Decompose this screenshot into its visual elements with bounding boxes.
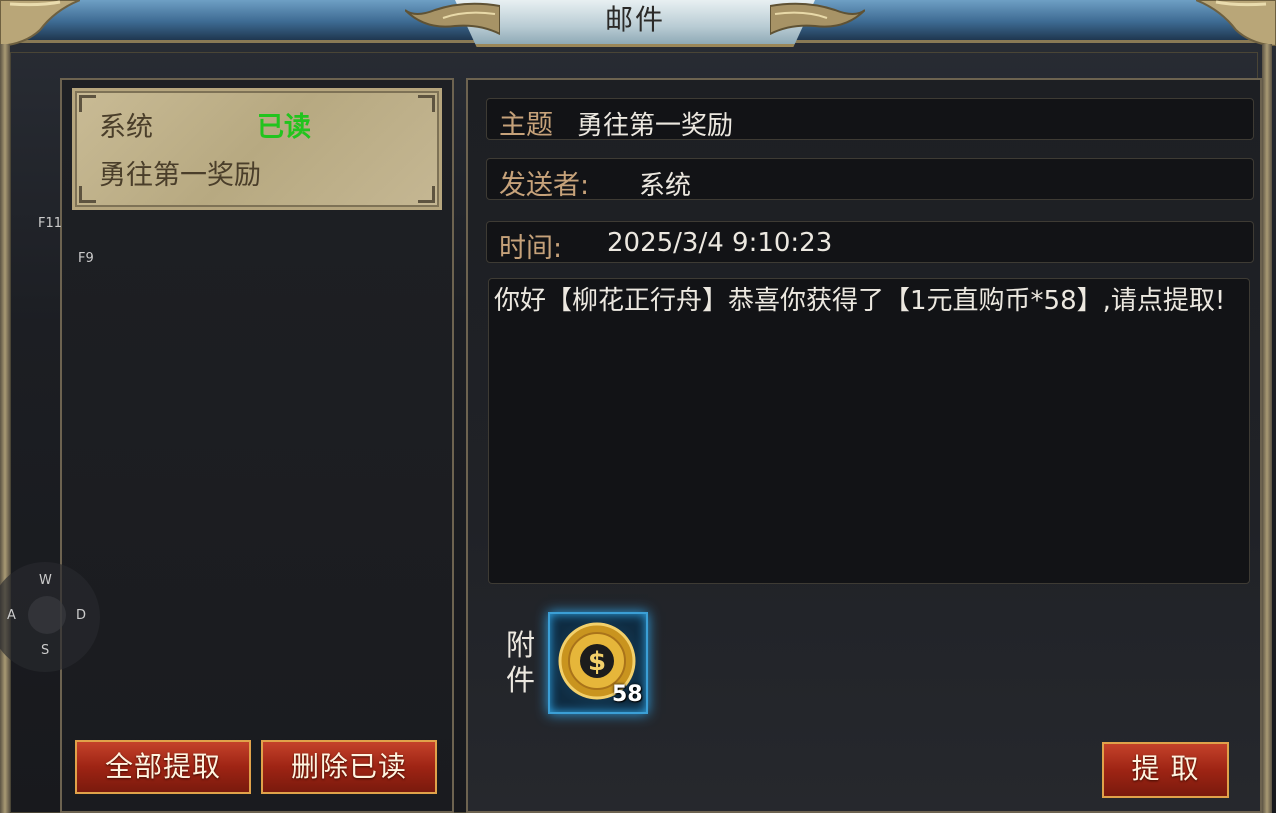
joystick-right-label: D: [76, 608, 87, 623]
sender-label: 发送者:: [499, 170, 590, 201]
attachment-count: 58: [612, 682, 643, 707]
attachment-label: 附件: [506, 628, 536, 697]
joystick-knob[interactable]: [28, 596, 66, 634]
frame-right: [1262, 44, 1272, 813]
svg-text:$: $: [588, 647, 606, 677]
subject-value: 勇往第一奖励: [577, 111, 734, 141]
window-title: 邮件: [604, 3, 665, 36]
subject-row: 主题 勇往第一奖励: [486, 98, 1254, 141]
corner-bracket: [418, 186, 435, 203]
corner-ornament-left: [0, 0, 80, 46]
mail-item-subject: 勇往第一奖励: [99, 160, 261, 191]
corner-bracket: [79, 186, 96, 203]
mail-item-sender: 系统: [99, 112, 153, 143]
claim-button[interactable]: 提 取: [1102, 742, 1229, 798]
time-value: 2025/3/4 9:10:23: [607, 228, 833, 258]
hotkey-f11[interactable]: F11: [38, 216, 62, 231]
sender-row: 发送者: 系统: [486, 158, 1254, 201]
claim-all-button[interactable]: 全部提取: [75, 740, 251, 794]
mail-window: 邮件 系统 已读 勇往第一奖励 全部提取 删除已读 主题 勇往第一奖励 发送者:…: [0, 0, 1276, 813]
mail-item-status: 已读: [257, 112, 311, 143]
sender-value: 系统: [639, 171, 692, 201]
time-row: 时间: 2025/3/4 9:10:23: [486, 221, 1254, 264]
joystick-down-label: S: [41, 643, 50, 658]
time-label: 时间:: [499, 233, 563, 264]
joystick-left-label: A: [7, 608, 16, 623]
subject-label: 主题: [499, 110, 553, 141]
frame-left: [0, 44, 10, 813]
mail-list-item[interactable]: 系统 已读 勇往第一奖励: [72, 88, 442, 210]
joystick-up-label: W: [39, 573, 52, 588]
hotkey-f9[interactable]: F9: [78, 251, 94, 266]
mail-body: 你好【柳花正行舟】恭喜你获得了【1元直购币*58】,请点提取!: [488, 278, 1250, 584]
corner-ornament-right: [1196, 0, 1276, 46]
corner-bracket: [418, 95, 435, 112]
delete-read-button[interactable]: 删除已读: [261, 740, 437, 794]
corner-bracket: [79, 95, 96, 112]
